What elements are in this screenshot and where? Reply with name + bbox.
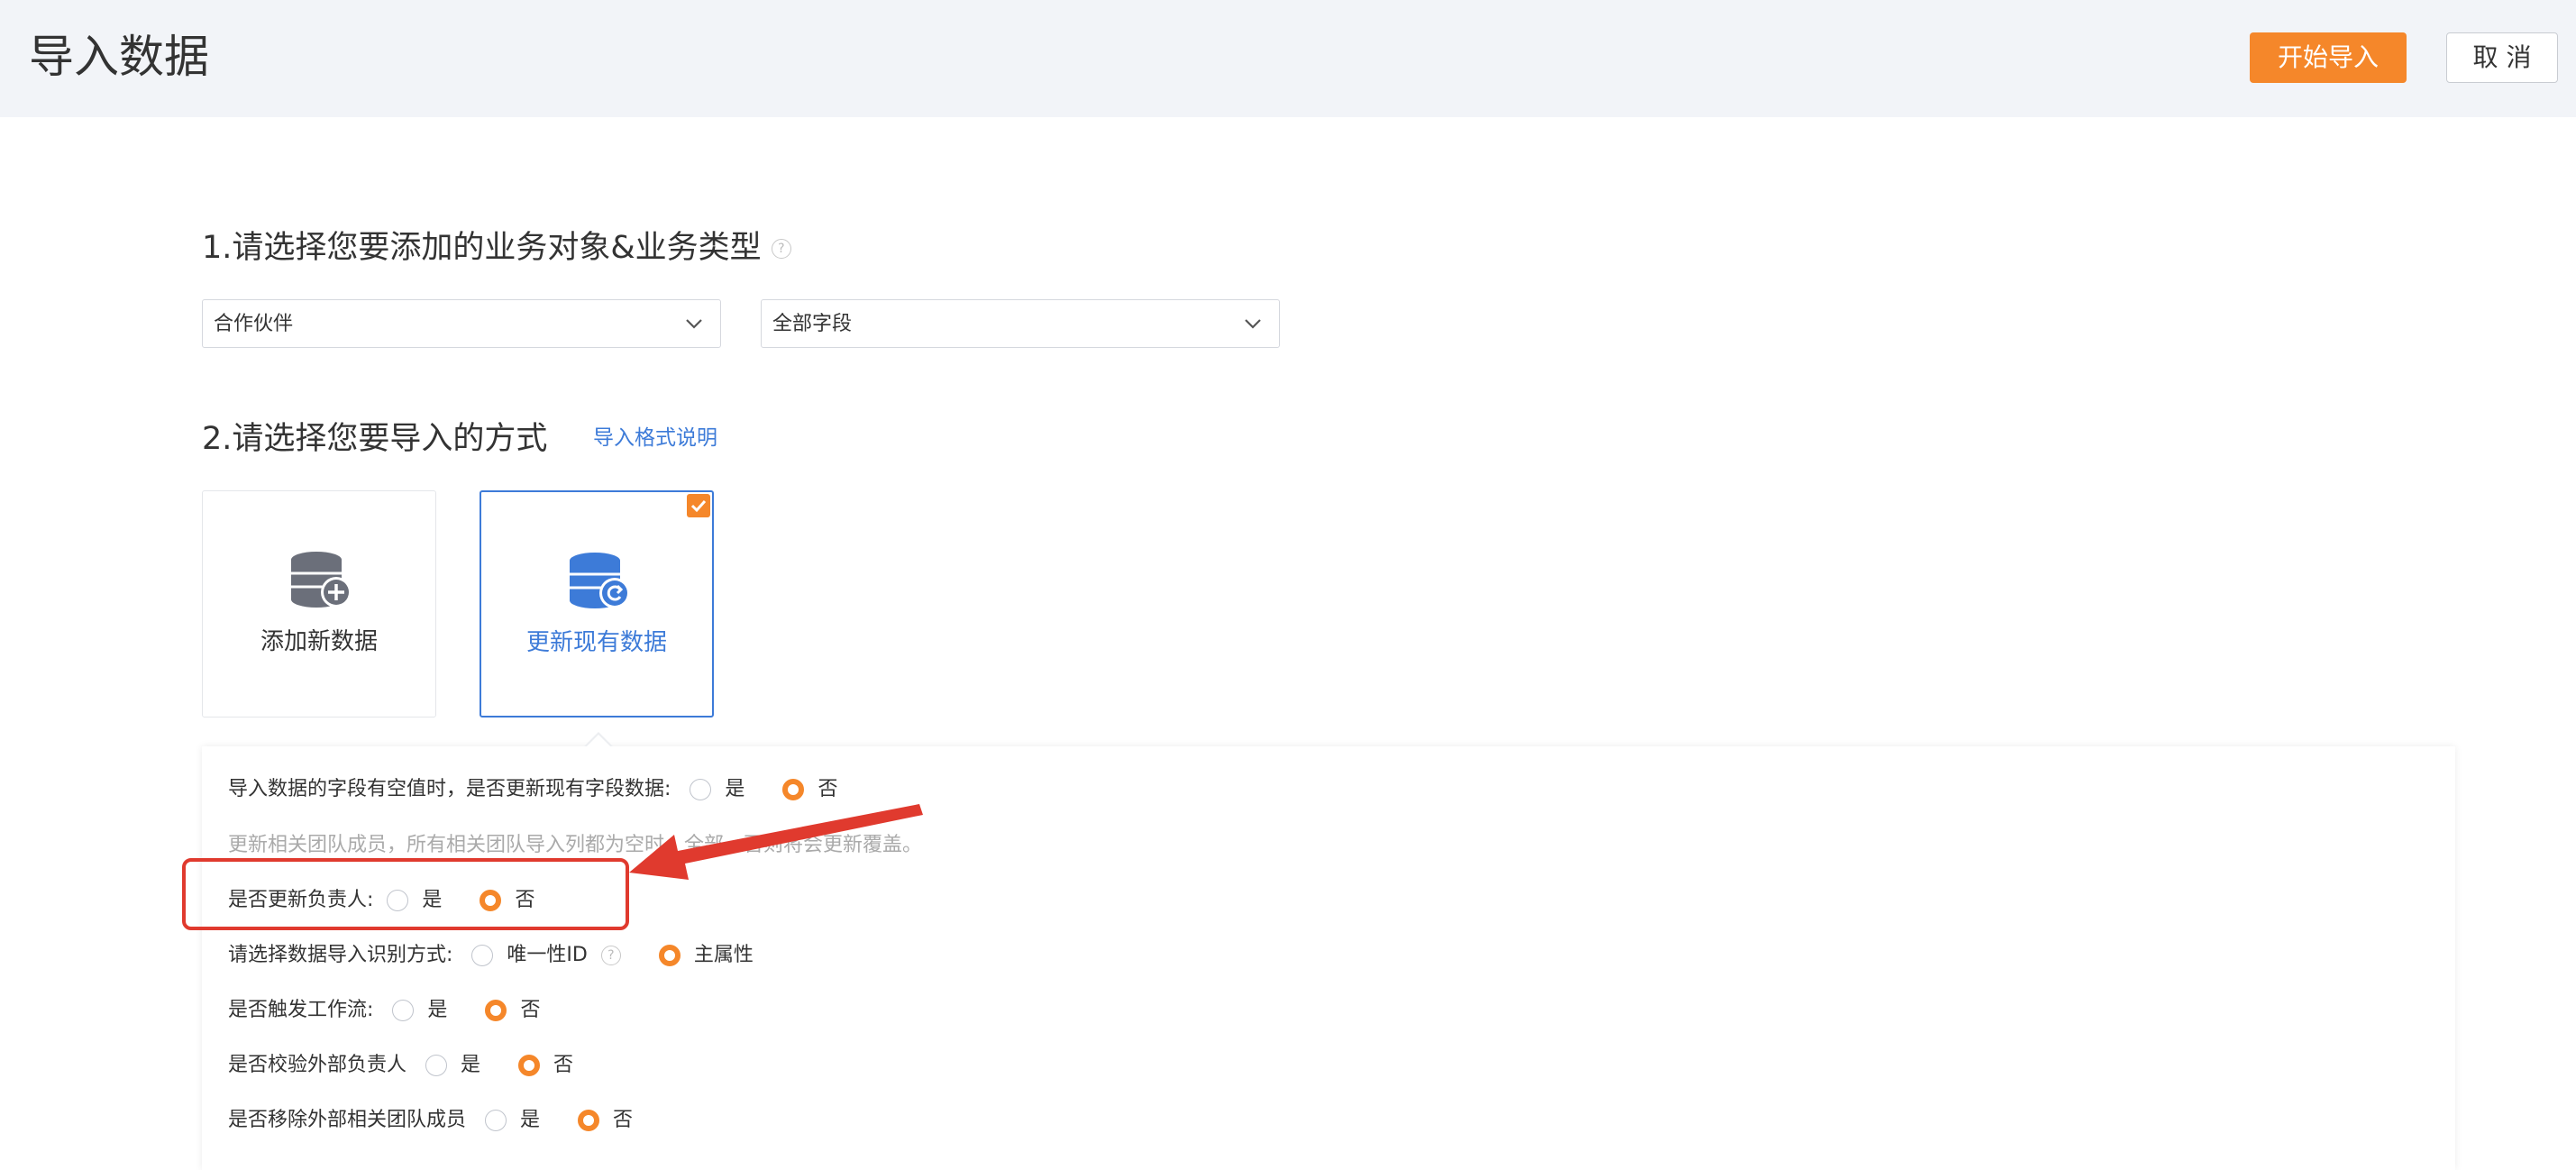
database-add-icon <box>291 552 352 608</box>
business-object-value: 合作伙伴 <box>214 313 294 335</box>
option-trigger-workflow-label: 是否触发工作流: <box>228 999 374 1021</box>
option-trigger-workflow-yes-label: 是 <box>427 999 448 1021</box>
annotation-highlight-box <box>182 858 629 930</box>
option-remove-external-team-no-label: 否 <box>613 1109 634 1131</box>
option-trigger-workflow-yes-radio[interactable] <box>392 1000 415 1021</box>
cancel-button[interactable]: 取 消 <box>2446 32 2558 83</box>
annotation-arrow-icon <box>629 804 923 880</box>
section1-title-text: 1.请选择您要添加的业务对象&业务类型 <box>202 230 762 266</box>
option-identify-main-attr-label: 主属性 <box>693 944 754 966</box>
start-import-button[interactable]: 开始导入 <box>2250 32 2407 83</box>
option-validate-external-owner: 是否校验外部负责人 是 否 <box>228 1051 573 1080</box>
option-identify-method: 请选择数据导入识别方式: 唯一性ID ? 主属性 <box>228 941 754 970</box>
update-existing-data-label: 更新现有数据 <box>525 629 667 656</box>
question-circle-icon[interactable]: ? <box>600 946 621 965</box>
page-title: 导入数据 <box>29 31 209 83</box>
option-identify-method-label: 请选择数据导入识别方式: <box>228 944 453 966</box>
option-remove-external-team-label: 是否移除外部相关团队成员 <box>228 1109 467 1131</box>
selected-check-badge <box>687 494 710 517</box>
option-identify-unique-id-label: 唯一性ID <box>507 944 588 966</box>
database-refresh-icon <box>570 553 630 608</box>
option-trigger-workflow-no-label: 否 <box>520 999 541 1021</box>
option-validate-external-owner-no-label: 否 <box>553 1054 574 1076</box>
option-validate-external-owner-yes-label: 是 <box>461 1054 481 1076</box>
update-existing-data-card[interactable]: 更新现有数据 <box>480 490 714 718</box>
option-empty-update-label: 导入数据的字段有空值时，是否更新现有字段数据: <box>228 778 671 800</box>
import-format-link[interactable]: 导入格式说明 <box>593 423 717 453</box>
option-remove-external-team-no-radio[interactable] <box>578 1110 600 1131</box>
option-validate-external-owner-yes-radio[interactable] <box>425 1055 448 1076</box>
option-identify-main-attr-radio[interactable] <box>658 945 681 966</box>
option-remove-external-team-yes-label: 是 <box>520 1109 541 1131</box>
option-remove-external-team-yes-radio[interactable] <box>485 1110 507 1131</box>
option-remove-external-team: 是否移除外部相关团队成员 是 否 <box>228 1106 633 1135</box>
add-new-data-card[interactable]: 添加新数据 <box>202 490 436 718</box>
business-object-select[interactable]: 合作伙伴 <box>202 299 721 348</box>
option-identify-unique-id-radio[interactable] <box>471 945 494 966</box>
option-trigger-workflow: 是否触发工作流: 是 否 <box>228 996 540 1025</box>
chevron-down-icon <box>686 319 702 329</box>
option-validate-external-owner-no-radio[interactable] <box>518 1055 541 1076</box>
page-header: 导入数据 开始导入 取 消 <box>0 0 2576 117</box>
check-icon <box>690 499 707 513</box>
section1-title: 1.请选择您要添加的业务对象&业务类型 ? <box>202 225 791 270</box>
panel-pointer-inner <box>586 735 611 747</box>
add-new-data-label: 添加新数据 <box>260 628 378 655</box>
option-validate-external-owner-label: 是否校验外部负责人 <box>228 1054 407 1076</box>
business-type-value: 全部字段 <box>772 313 853 335</box>
question-circle-icon[interactable]: ? <box>771 239 791 259</box>
business-type-select[interactable]: 全部字段 <box>761 299 1280 348</box>
chevron-down-icon <box>1245 319 1261 329</box>
option-trigger-workflow-no-radio[interactable] <box>485 1000 507 1021</box>
section2-title: 2.请选择您要导入的方式 <box>202 421 548 457</box>
